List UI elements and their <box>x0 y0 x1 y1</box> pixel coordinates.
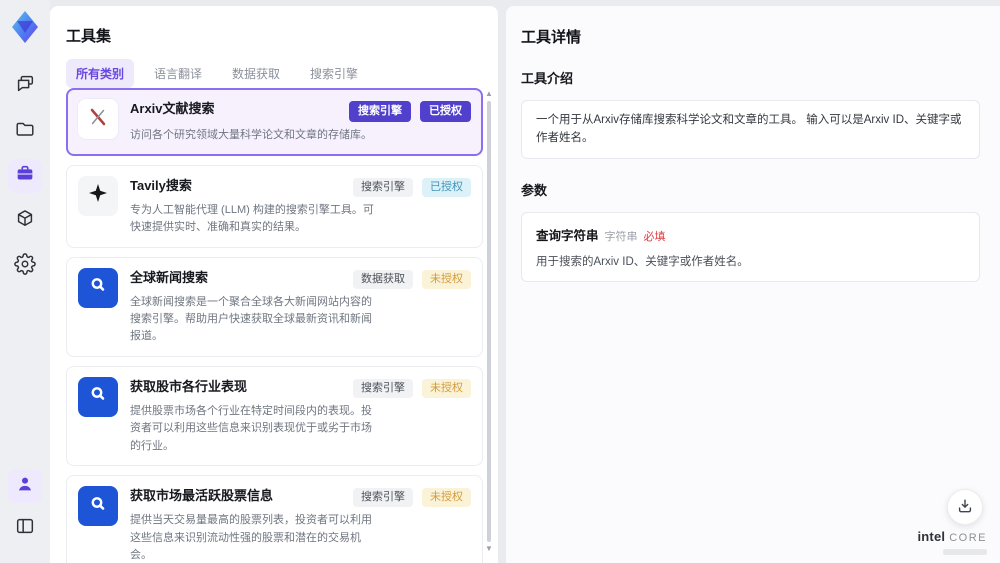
brand-subtext-bar <box>943 549 987 555</box>
scroll-down-icon[interactable]: ▼ <box>485 545 493 553</box>
sidebar-nav <box>0 69 50 283</box>
tool-name: Tavily搜索 <box>130 177 192 193</box>
download-button[interactable] <box>947 489 983 525</box>
tool-name: 全球新闻搜索 <box>130 269 209 285</box>
gear-icon <box>14 252 36 280</box>
chat-bubbles-icon <box>14 73 36 100</box>
cube-icon <box>14 208 36 235</box>
tools-panel: 工具集 所有类别 语言翻译 数据获取 搜索引擎 Arxiv文献搜索 搜索引擎 已授权 访问各… <box>50 6 498 563</box>
tool-description: 访问各个研究领域大量科学论文和文章的存储库。 <box>130 129 372 142</box>
tool-icon-tile <box>78 267 118 308</box>
status-badge: 未授权 <box>422 269 471 289</box>
sidebar-item-cube[interactable] <box>8 204 42 238</box>
list-scrollbar[interactable]: ▲ ▼ <box>484 90 494 553</box>
tool-card[interactable]: Tavily搜索 搜索引擎 已授权专为人工智能代理 (LLM) 构建的搜索引擎工具。… <box>66 164 483 248</box>
detail-title: 工具详情 <box>521 29 582 46</box>
tool-card[interactable]: 全球新闻搜索 数据获取 未授权全球新闻搜索是一个聚合全球各大新闻网站内容的搜索引擎。… <box>66 256 483 357</box>
tool-description: 提供当天交易量最高的股票列表，投资者可以利用这些信息来识别流动性强的股票和潜在的… <box>130 514 372 562</box>
download-tray-icon <box>955 496 975 519</box>
tool-card[interactable]: 获取市场最活跃股票信息 搜索引擎 未授权提供当天交易量最高的股票列表，投资者可以利用… <box>66 475 483 563</box>
tool-description: 专为人工智能代理 (LLM) 构建的搜索引擎工具。可快速提供实时、准确和真实的结… <box>130 203 374 234</box>
app-logo[interactable] <box>10 9 40 45</box>
tool-list: Arxiv文献搜索 搜索引擎 已授权 访问各个研究领域大量科学论文和文章的存储库。 Ta… <box>66 88 483 563</box>
tool-icon-tile <box>78 99 118 139</box>
page-title: 工具集 <box>66 28 112 45</box>
tool-name: Arxiv文献搜索 <box>130 101 215 116</box>
tool-description: 全球新闻搜索是一个聚合全球各大新闻网站内容的搜索引擎。帮助用户快速获取全球最新资… <box>130 295 372 343</box>
tool-card[interactable]: 获取股市各行业表现 搜索引擎 未授权提供股票市场各个行业在特定时间段内的表现。投资者… <box>66 365 483 467</box>
tool-description: 提供股票市场各个行业在特定时间段内的表现。投资者可以利用这些信息来识别表现优于或… <box>130 405 372 452</box>
panel-toggle-icon <box>14 515 36 542</box>
sidebar-item-gear[interactable] <box>8 249 42 283</box>
status-badge: 未授权 <box>422 488 471 508</box>
param-required-label: 必填 <box>643 230 666 243</box>
category-badge: 搜索引擎 <box>353 378 413 398</box>
intel-core-logo: intel CORE <box>917 528 987 555</box>
tool-icon-tile <box>78 175 118 216</box>
category-badge: 数据获取 <box>353 269 413 289</box>
left-sidebar <box>0 0 50 563</box>
sidebar-item-folder[interactable] <box>8 114 42 148</box>
magnifier-app-icon <box>88 384 108 409</box>
status-badge: 未授权 <box>422 378 471 398</box>
tavily-star-icon <box>88 183 108 208</box>
sidebar-bottom <box>0 461 50 553</box>
param-name: 查询字符串 <box>536 228 599 243</box>
tab-category-0[interactable]: 所有类别 <box>66 59 135 88</box>
params-heading: 参数 <box>521 182 548 198</box>
category-tabs: 所有类别 语言翻译 数据获取 搜索引擎 <box>66 59 482 88</box>
status-badge: 已授权 <box>420 101 471 123</box>
tool-card[interactable]: Arxiv文献搜索 搜索引擎 已授权访问各个研究领域大量科学论文和文章的存储库。 <box>66 88 483 156</box>
intel-wordmark: intel <box>917 529 946 544</box>
category-badge: 搜索引擎 <box>353 488 413 508</box>
param-description: 用于搜索的Arxiv ID、关键字或作者姓名。 <box>536 255 749 268</box>
tool-icon-tile <box>78 486 118 527</box>
tab-category-2[interactable]: 数据获取 <box>222 59 290 88</box>
user-icon <box>14 473 36 500</box>
scroll-up-icon[interactable]: ▲ <box>485 90 493 98</box>
arxiv-logo-icon <box>87 106 109 133</box>
sidebar-item-user[interactable] <box>8 469 42 503</box>
magnifier-app-icon <box>88 275 108 300</box>
briefcase-icon <box>14 163 36 190</box>
scrollbar-thumb[interactable] <box>487 101 491 542</box>
param-list: 查询字符串 字符串 必填用于搜索的Arxiv ID、关键字或作者姓名。 <box>521 211 980 282</box>
sidebar-item-briefcase[interactable] <box>8 159 42 193</box>
param-row: 查询字符串 字符串 必填用于搜索的Arxiv ID、关键字或作者姓名。 <box>522 213 979 281</box>
core-wordmark: CORE <box>949 532 987 544</box>
tab-category-3[interactable]: 搜索引擎 <box>300 59 368 88</box>
sidebar-item-panel-toggle[interactable] <box>8 511 42 545</box>
category-badge: 搜索引擎 <box>349 101 411 123</box>
tab-category-1[interactable]: 语言翻译 <box>144 59 212 88</box>
status-badge: 已授权 <box>422 177 471 197</box>
tool-intro-text: 一个用于从Arxiv存储库搜索科学论文和文章的工具。 输入可以是Arxiv ID… <box>521 100 980 159</box>
folder-icon <box>14 118 36 145</box>
tool-name: 获取市场最活跃股票信息 <box>130 488 274 504</box>
intro-heading: 工具介绍 <box>521 71 574 86</box>
sidebar-item-chat-bubbles[interactable] <box>8 69 42 103</box>
category-badge: 搜索引擎 <box>353 177 413 197</box>
tool-name: 获取股市各行业表现 <box>130 378 248 394</box>
param-type: 字符串 <box>604 230 638 243</box>
magnifier-app-icon <box>88 494 108 519</box>
detail-panel: 工具详情 工具介绍 一个用于从Arxiv存储库搜索科学论文和文章的工具。 输入可… <box>506 6 1000 563</box>
tool-icon-tile <box>78 376 118 417</box>
